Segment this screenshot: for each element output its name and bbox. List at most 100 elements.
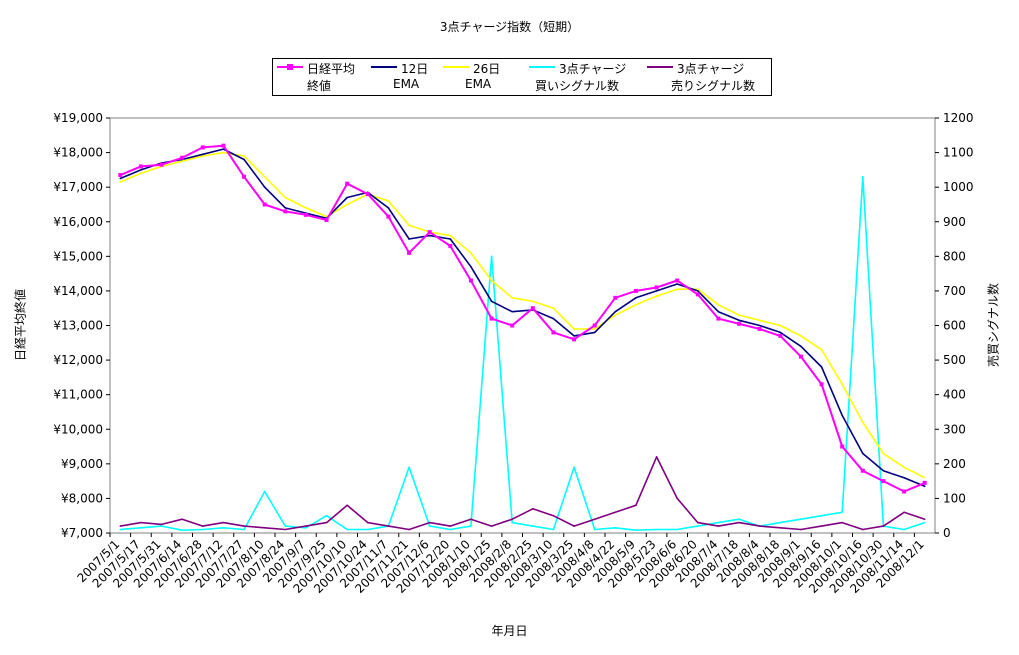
- series-point-0: [159, 162, 164, 167]
- series-point-3: [717, 521, 720, 524]
- series-point-4: [593, 518, 596, 520]
- y-right-tick-label: 500: [943, 353, 966, 367]
- series-point-1: [222, 148, 225, 150]
- legend-label-line2: 売りシグナル数: [671, 79, 756, 93]
- series-point-0: [572, 337, 577, 342]
- series-point-2: [346, 203, 348, 206]
- legend-label-line1: 日経平均: [307, 62, 356, 76]
- series-point-1: [346, 196, 348, 199]
- series-point-2: [697, 288, 699, 290]
- legend-label-line1: 3点チャージ: [559, 62, 627, 76]
- series-point-3: [367, 528, 369, 531]
- y-left-tick-label: ¥8,000: [61, 491, 103, 505]
- series-point-0: [922, 480, 927, 485]
- series-point-1: [800, 345, 802, 348]
- series-point-3: [243, 528, 245, 531]
- series-point-1: [820, 366, 823, 368]
- series-point-1: [779, 331, 782, 334]
- series-point-2: [222, 151, 225, 154]
- y-left-tick-label: ¥19,000: [53, 111, 103, 125]
- series-point-0: [654, 285, 659, 290]
- y-left-tick-label: ¥7,000: [61, 526, 103, 540]
- y-right-tick-label: 300: [943, 422, 966, 436]
- series-point-0: [757, 326, 762, 331]
- series-point-1: [140, 169, 142, 171]
- series-point-4: [635, 504, 637, 507]
- series-point-2: [635, 303, 637, 306]
- series-point-4: [263, 527, 266, 529]
- y-right-tick-label: 0: [943, 526, 951, 540]
- series-point-0: [902, 489, 907, 494]
- series-point-1: [243, 158, 245, 161]
- series-point-2: [202, 155, 204, 157]
- legend-item-nikkei: 日経平均 終値: [277, 59, 369, 95]
- series-point-0: [242, 174, 247, 179]
- series-point-0: [551, 330, 556, 335]
- series-point-2: [779, 324, 782, 327]
- series-point-0: [283, 209, 288, 214]
- series-point-0: [468, 278, 473, 283]
- series-point-2: [449, 234, 452, 237]
- series-point-1: [284, 207, 287, 209]
- y-right-tick-label: 200: [943, 457, 966, 471]
- y-right-tick-label: 800: [943, 249, 966, 263]
- series-point-4: [841, 521, 843, 524]
- series-point-4: [573, 525, 575, 527]
- series-point-0: [180, 155, 185, 160]
- series-point-1: [614, 310, 617, 313]
- series-point-0: [778, 333, 783, 338]
- series-point-4: [532, 507, 534, 510]
- series-point-1: [676, 283, 678, 285]
- series-point-2: [923, 476, 926, 479]
- series-point-1: [408, 238, 410, 240]
- y-left-tick-label: ¥11,000: [53, 388, 103, 402]
- series-point-3: [841, 511, 843, 514]
- series-point-0: [737, 321, 742, 326]
- series-point-3: [697, 525, 699, 527]
- series-point-0: [324, 218, 329, 223]
- legend-swatch-sell: [647, 66, 673, 68]
- series-point-0: [489, 316, 494, 321]
- legend-item-sell: 3点チャージ 売りシグナル数: [647, 59, 767, 95]
- series-point-4: [923, 518, 926, 520]
- series-point-0: [221, 143, 226, 148]
- series-point-0: [386, 214, 391, 219]
- series-point-4: [779, 527, 782, 529]
- series-point-3: [470, 525, 472, 527]
- series-point-0: [633, 288, 638, 293]
- series-point-4: [160, 523, 163, 526]
- series-point-4: [325, 521, 328, 524]
- legend-label-line2: EMA: [465, 77, 492, 91]
- series-point-1: [635, 297, 637, 299]
- series-point-2: [800, 335, 802, 337]
- y-left-tick-label: ¥13,000: [53, 319, 103, 333]
- series-point-1: [903, 476, 905, 479]
- series-point-3: [490, 255, 493, 258]
- legend-label-line2: 買いシグナル数: [535, 79, 620, 93]
- series-point-0: [303, 212, 308, 217]
- y-left-tick-label: ¥18,000: [53, 146, 103, 160]
- series-point-3: [160, 525, 163, 527]
- series-point-2: [305, 207, 307, 209]
- series-point-3: [614, 527, 617, 529]
- legend-label-line2: 終値: [307, 79, 332, 93]
- series-point-4: [552, 514, 555, 517]
- series-point-3: [676, 528, 678, 531]
- y-left-tick-label: ¥9,000: [61, 457, 103, 471]
- y-right-tick-label: 1100: [943, 146, 974, 160]
- series-point-2: [490, 279, 493, 282]
- series-point-3: [222, 527, 225, 529]
- legend-swatch-nikkei: [277, 64, 303, 70]
- series-point-0: [118, 173, 123, 178]
- series-point-1: [387, 207, 390, 209]
- series-point-3: [428, 525, 431, 527]
- series-point-4: [367, 521, 369, 524]
- right-axis: 0 100 200 300 400 500 600 700 800 900 1000 1100 1200: [935, 111, 974, 540]
- y-right-tick-label: 100: [943, 491, 966, 505]
- series-point-3: [573, 466, 575, 469]
- series-point-2: [820, 348, 823, 351]
- series-point-4: [408, 528, 410, 531]
- series-point-2: [243, 155, 245, 157]
- series-point-1: [862, 452, 864, 455]
- series-point-1: [573, 335, 575, 337]
